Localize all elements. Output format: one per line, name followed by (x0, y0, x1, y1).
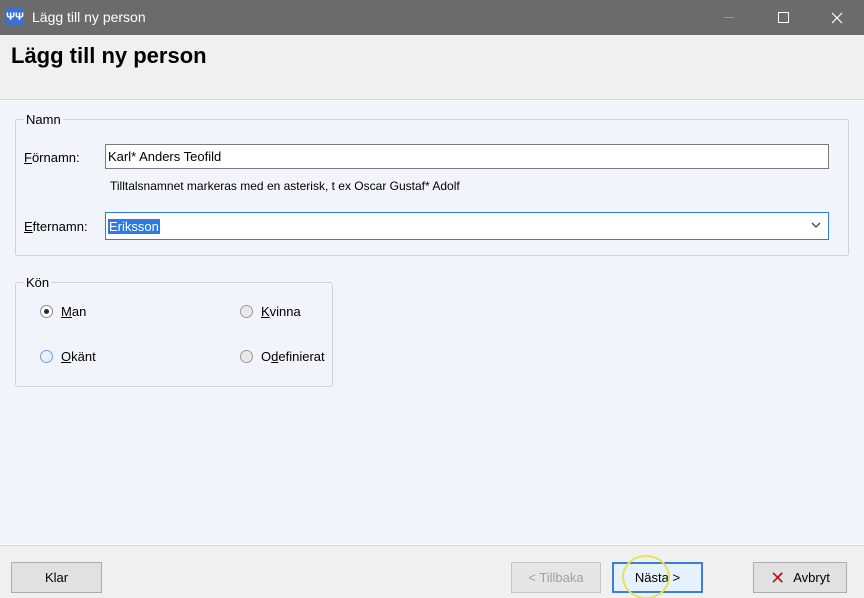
maximize-icon (777, 12, 789, 23)
kon-groupbox: Kön (15, 275, 333, 387)
cancel-x-icon: ✕ (770, 567, 786, 588)
avbryt-label: Avbryt (793, 570, 830, 585)
fornamn-value: Karl* Anders Teofild (108, 149, 222, 164)
footer-divider (0, 544, 864, 546)
tillbaka-button[interactable]: < Tillbaka (511, 562, 601, 593)
radio-odefinierat-label: Odefinierat (261, 349, 325, 364)
radio-kvinna-label: Kvinna (261, 304, 301, 319)
radio-kvinna[interactable]: Kvinna (240, 304, 301, 319)
avbryt-button[interactable]: ✕ Avbryt (753, 562, 847, 593)
close-icon (831, 12, 843, 23)
dialog-header: Lägg till ny person (0, 35, 864, 99)
efternamn-label: Efternamn: (24, 219, 88, 234)
radio-kvinna-circle[interactable] (240, 305, 253, 318)
namn-legend: Namn (24, 112, 63, 127)
efternamn-combobox[interactable]: Eriksson (105, 212, 829, 240)
radio-man[interactable]: Man (40, 304, 86, 319)
close-button[interactable] (810, 0, 864, 35)
family-tree-icon: ΨΨ (6, 8, 24, 26)
efternamn-value[interactable]: Eriksson (108, 219, 160, 234)
radio-man-label: Man (61, 304, 87, 319)
title-bar: ΨΨ Lägg till ny person (0, 0, 864, 35)
fornamn-input[interactable]: Karl* Anders Teofild (105, 144, 829, 169)
radio-man-circle[interactable] (40, 305, 53, 318)
minimize-icon (724, 17, 734, 18)
header-divider (0, 99, 864, 101)
dialog-content: Namn Förnamn: Karl* Anders Teofild Tillt… (0, 102, 864, 544)
radio-odefinierat-circle[interactable] (240, 350, 253, 363)
nasta-button[interactable]: Nästa > (612, 562, 703, 593)
chevron-down-icon[interactable] (811, 220, 821, 230)
radio-okant-label: Okänt (61, 349, 96, 364)
hint-text: Tilltalsnamnet markeras med en asterisk,… (110, 179, 460, 193)
radio-okant[interactable]: Okänt (40, 349, 96, 364)
radio-okant-circle[interactable] (40, 350, 53, 363)
maximize-button[interactable] (756, 0, 810, 35)
fornamn-label: Förnamn: (24, 150, 80, 165)
window-title: Lägg till ny person (32, 9, 146, 25)
minimize-button[interactable] (702, 0, 756, 35)
klar-button[interactable]: Klar (11, 562, 102, 593)
page-title: Lägg till ny person (11, 43, 207, 68)
radio-odefinierat[interactable]: Odefinierat (240, 349, 333, 364)
kon-legend: Kön (24, 275, 52, 290)
